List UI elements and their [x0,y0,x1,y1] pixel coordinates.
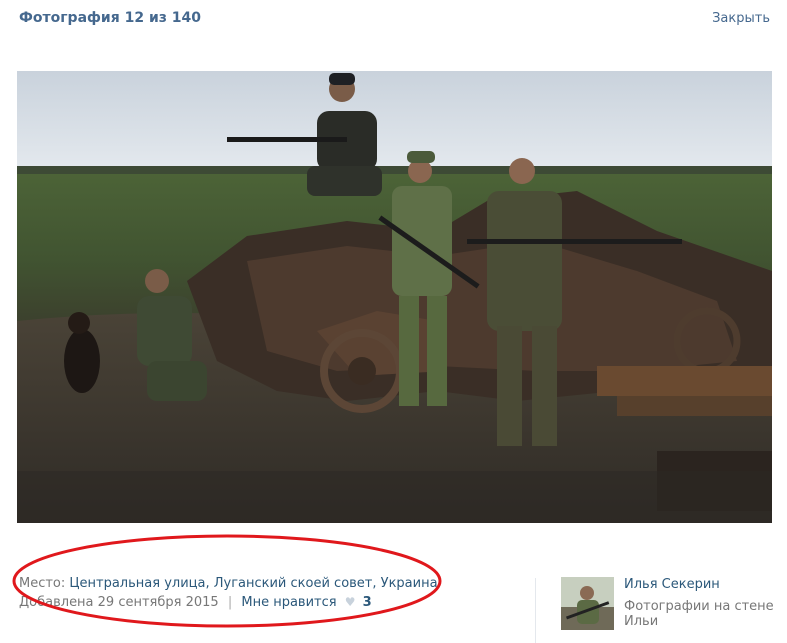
album-link[interactable]: Фотографии на стене Ильи [624,599,774,629]
photo-info: Место: Центральная улица, Луганский ское… [19,576,519,610]
photo-counter-title: Фотография 12 из 140 [19,10,201,26]
photo-illustration [17,71,772,523]
close-button[interactable]: Закрыть [712,11,770,26]
place-label: Место: [19,576,66,591]
author-name[interactable]: Илья Секерин [624,577,720,592]
added-date: Добавлена 29 сентября 2015 [19,595,219,610]
author-block: Илья Секерин Фотографии на стене Ильи [561,577,781,637]
meta-row: Добавлена 29 сентября 2015 | Мне нравитс… [19,595,519,610]
separator: | [227,595,233,610]
heart-icon[interactable]: ♥ [345,595,356,609]
divider [535,578,536,643]
avatar[interactable] [561,577,614,630]
avatar-image [561,577,614,630]
photo-image[interactable] [17,71,772,523]
place-link[interactable]: Центральная улица, Луганский скоей совет… [69,576,437,591]
like-button[interactable]: Мне нравится [241,595,336,610]
place-row: Место: Центральная улица, Луганский ское… [19,576,519,591]
viewer-header: Фотография 12 из 140 Закрыть [0,0,787,40]
like-count[interactable]: 3 [363,595,372,610]
